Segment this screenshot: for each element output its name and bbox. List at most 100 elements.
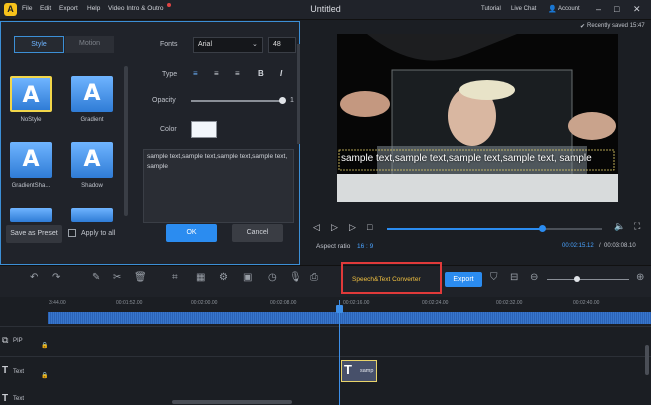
title-bar: A File Edit Export Help Video Intro & Ou… [0, 0, 651, 20]
volume-icon[interactable]: 🔈 [614, 221, 625, 232]
presets-scrollbar[interactable] [124, 66, 128, 216]
opacity-value: 1 [290, 97, 294, 104]
bold-icon[interactable]: B [258, 69, 264, 78]
total-time: 00:03:08.10 [604, 243, 636, 249]
aspect-ratio-value[interactable]: 16 : 9 [357, 243, 373, 250]
caption-text[interactable]: sample text,sample text,sample text,samp… [341, 153, 616, 164]
shield-icon[interactable]: ⛉ [490, 272, 498, 283]
text-track-icon: T [2, 365, 9, 376]
preset-label: GradientSha... [11, 183, 51, 189]
playback-progress-handle[interactable] [538, 225, 546, 232]
timeline-horizontal-scrollbar[interactable] [172, 400, 292, 404]
lock-icon[interactable]: 🔒 [41, 372, 48, 379]
ruler-tick: 00:02:08.00 [270, 300, 297, 306]
fullscreen-icon[interactable]: ⛶ [634, 221, 640, 232]
crop-icon[interactable]: ⌗ [172, 272, 178, 283]
preset-label: Shadow [81, 183, 103, 189]
fit-icon[interactable]: ⊟ [510, 272, 518, 283]
apply-all-checkbox[interactable] [68, 229, 76, 237]
text-style-panel: Style Motion A NoStyle A Gradient A Grad… [0, 21, 300, 265]
preset-gradient-shadow[interactable]: A [10, 142, 52, 178]
duration-icon[interactable]: ◷ [268, 272, 277, 283]
microphone-icon[interactable]: 🎙 [289, 272, 302, 283]
minimize-button[interactable]: – [596, 4, 601, 14]
recently-saved-text: Recently saved 15:47 [587, 23, 645, 29]
close-button[interactable]: ✕ [633, 4, 641, 15]
tab-style[interactable]: Style [14, 36, 64, 53]
align-left-icon[interactable]: ≡ [193, 69, 198, 78]
account-link[interactable]: Account [558, 6, 580, 12]
delete-icon[interactable]: 🗑 [134, 272, 147, 283]
live-chat-link[interactable]: Live Chat [511, 6, 536, 12]
zoom-out-icon[interactable]: ⊖ [530, 272, 538, 283]
audio-waveform[interactable] [48, 312, 651, 324]
align-center-icon[interactable]: ≡ [214, 69, 219, 78]
opacity-slider-handle[interactable] [279, 97, 286, 104]
cancel-button[interactable]: Cancel [232, 224, 283, 242]
tab-motion[interactable]: Motion [65, 36, 114, 53]
ok-button[interactable]: OK [166, 224, 217, 242]
video-preview[interactable]: sample text,sample text,sample text,samp… [337, 34, 618, 202]
color-swatch[interactable] [191, 121, 217, 138]
redo-icon[interactable]: ↷ [52, 272, 60, 283]
mosaic-icon[interactable]: ▦ [196, 272, 205, 283]
ruler-tick: 00:02:24.00 [422, 300, 449, 306]
next-frame-icon[interactable]: ▷ [349, 222, 356, 233]
timeline-vertical-scrollbar[interactable] [645, 345, 649, 375]
playhead-handle[interactable] [336, 305, 343, 313]
ruler-tick: 00:02:00.00 [191, 300, 218, 306]
preset-item[interactable] [10, 208, 52, 222]
play-icon[interactable]: ▷ [331, 222, 338, 233]
type-label: Type [162, 71, 178, 78]
text-content-area[interactable]: sample text,sample text,sample text,samp… [143, 149, 294, 223]
account-icon[interactable]: 👤 [548, 5, 557, 13]
text-clip-label: samp [360, 368, 374, 374]
aspect-ratio-label: Aspect ratio [316, 243, 351, 250]
font-value: Arial [198, 41, 213, 48]
text-track-icon: T [2, 393, 9, 404]
text-clip-icon: T [344, 362, 352, 377]
panel-scrollbar[interactable] [297, 44, 300, 144]
playhead-line [339, 300, 340, 405]
speech-text-converter-button[interactable]: Speech&Text Converter [352, 276, 421, 283]
pip-track-label: PIP [13, 338, 23, 344]
font-size-value: 48 [273, 41, 281, 48]
opacity-slider-track[interactable] [191, 100, 283, 102]
align-right-icon[interactable]: ≡ [235, 69, 240, 78]
maximize-button[interactable]: □ [614, 4, 619, 14]
save-as-preset-button[interactable]: Save as Preset [6, 225, 62, 243]
preset-nostyle[interactable]: A [10, 76, 52, 112]
font-size-input[interactable]: 48 [268, 37, 296, 53]
freeze-icon[interactable]: ⚙ [219, 272, 228, 283]
zoom-slider-handle[interactable] [574, 276, 580, 282]
speech-icon[interactable]: ⎙ [310, 272, 318, 283]
lock-icon[interactable]: 🔒 [41, 342, 48, 349]
timeline-ruler[interactable] [0, 297, 651, 311]
pip-track-icon: ⧉ [2, 335, 9, 345]
edit-icon[interactable]: ✎ [92, 272, 100, 283]
preset-item[interactable] [71, 208, 113, 222]
zoom-slider-track[interactable] [547, 279, 629, 280]
fonts-label: Fonts [160, 41, 178, 48]
prev-frame-icon[interactable]: ◁ [313, 222, 320, 233]
ruler-tick: 3:44.00 [49, 300, 66, 306]
italic-icon[interactable]: I [280, 69, 282, 78]
preview-scene [337, 34, 618, 202]
undo-icon[interactable]: ↶ [30, 272, 38, 283]
tutorial-link[interactable]: Tutorial [481, 6, 501, 12]
apply-all-label: Apply to all [81, 230, 116, 237]
stop-icon[interactable]: □ [367, 222, 372, 232]
screenshot-icon[interactable]: ▣ [243, 272, 252, 283]
preset-gradient[interactable]: A [71, 76, 113, 112]
text-track-label: Text [13, 369, 25, 375]
text-track-label: Text [13, 396, 25, 402]
export-button[interactable]: Export [445, 272, 482, 287]
preset-label: NoStyle [20, 117, 42, 123]
check-icon: ✔ [580, 24, 586, 30]
playback-progress-fill [387, 228, 542, 230]
opacity-label: Opacity [152, 97, 176, 104]
split-icon[interactable]: ✂ [113, 272, 121, 283]
chevron-down-icon: ⌄ [252, 41, 258, 48]
preset-shadow[interactable]: A [71, 142, 113, 178]
zoom-in-icon[interactable]: ⊕ [636, 272, 644, 283]
